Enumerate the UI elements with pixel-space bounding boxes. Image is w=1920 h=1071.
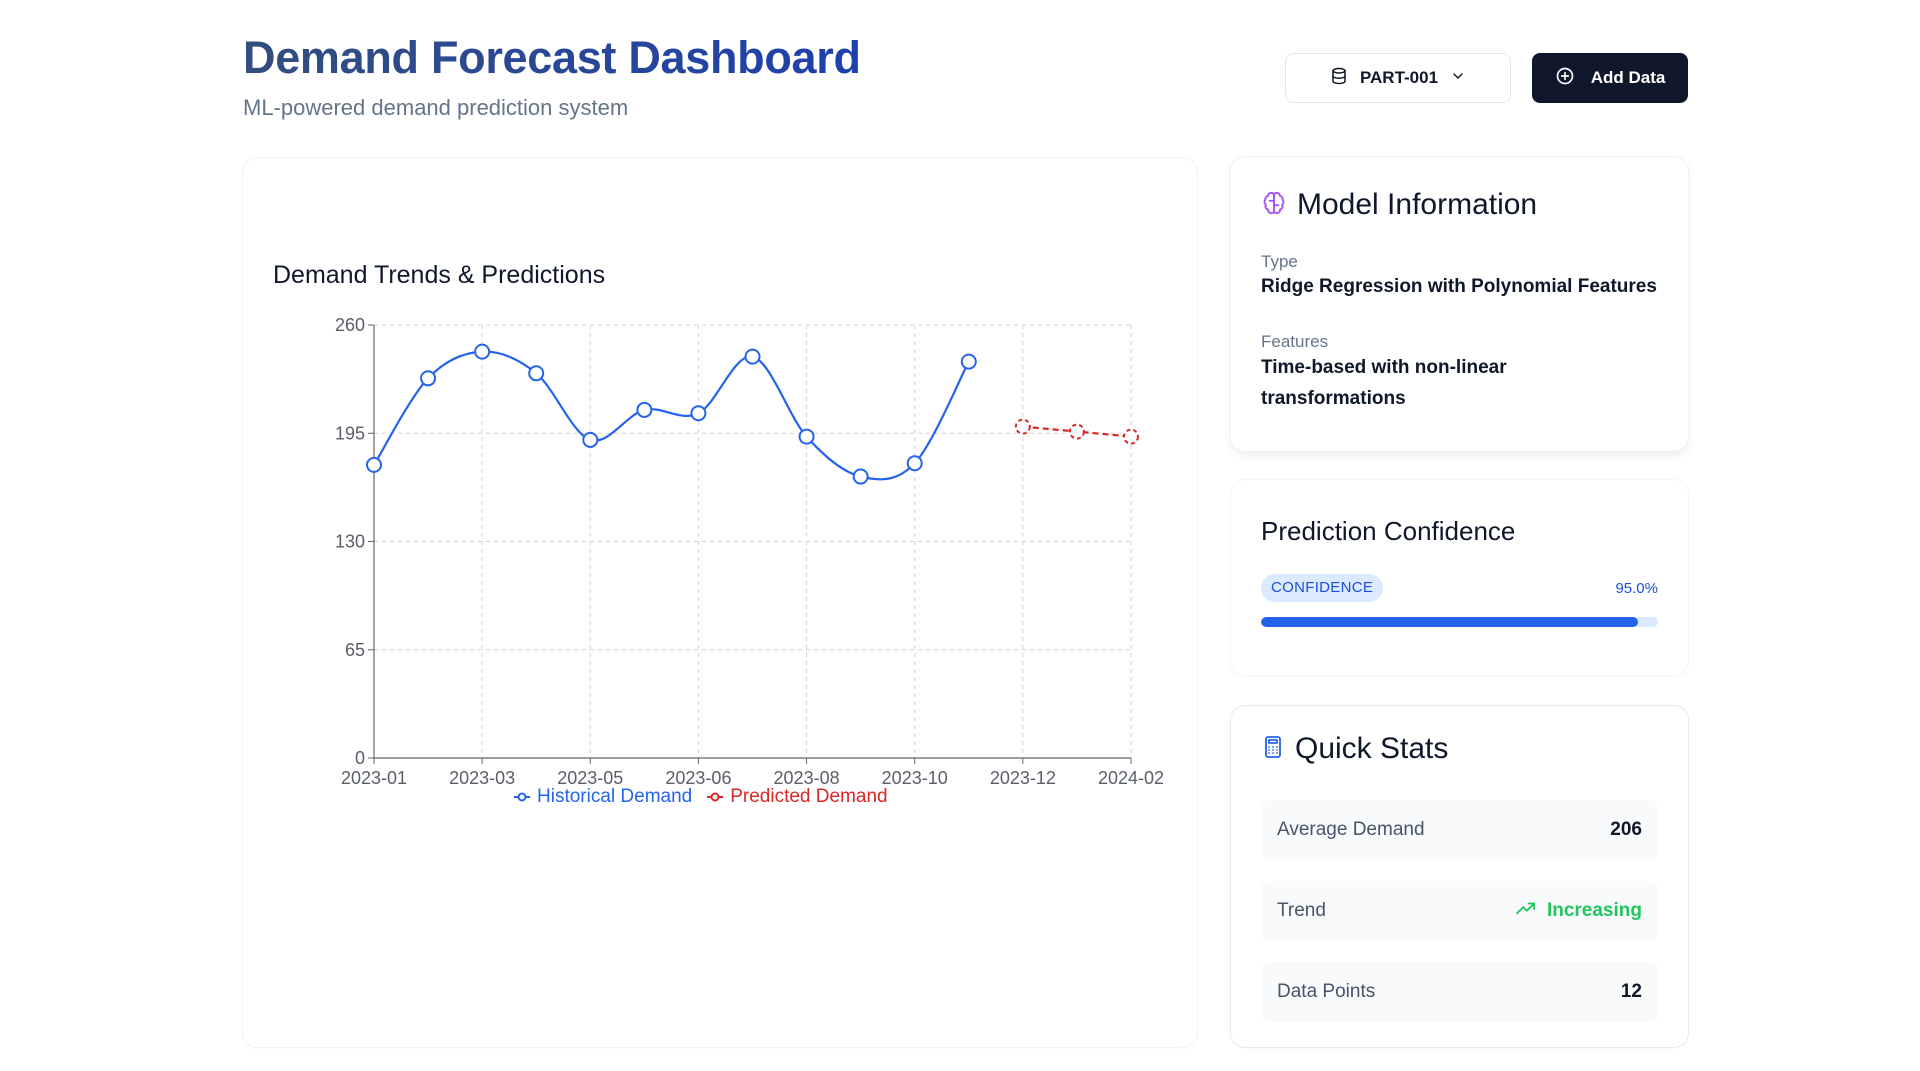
legend-label-historical: Historical Demand <box>537 786 693 807</box>
x-tick-label: 2023-12 <box>990 768 1056 788</box>
historical-demand-point <box>906 455 923 472</box>
model-information-header: Model Information <box>1261 188 1537 222</box>
confidence-value: 95.0% <box>1615 580 1658 597</box>
chart-legend: Historical Demand Predicted Demand <box>513 786 888 808</box>
prediction-confidence-title: Prediction Confidence <box>1261 516 1516 546</box>
predicted-demand-point <box>1014 418 1031 435</box>
historical-demand-point <box>366 456 382 473</box>
page-subtitle: ML-powered demand prediction system <box>243 95 629 120</box>
stat-label-average-demand: Average Demand <box>1277 819 1425 840</box>
x-tick-label: 2023-01 <box>341 768 407 788</box>
brain-icon <box>1261 190 1287 221</box>
predicted-demand-point <box>1123 428 1139 445</box>
legend-item-historical[interactable]: Historical Demand <box>513 786 692 808</box>
stat-label-data-points: Data Points <box>1277 981 1376 1002</box>
historical-demand-point <box>744 348 761 365</box>
historical-demand-point <box>582 431 599 448</box>
model-type-label: Type <box>1261 252 1298 271</box>
y-tick-label: 130 <box>335 532 365 552</box>
historical-demand-line <box>373 350 970 481</box>
add-data-button[interactable]: Add Data <box>1532 53 1688 103</box>
part-select-dropdown[interactable]: PART-001 <box>1285 53 1511 103</box>
part-select-value: PART-001 <box>1359 68 1439 87</box>
chart-card: Demand Trends & Predictions 0 65 130 195 260… <box>243 158 1197 1047</box>
stat-value-average-demand: 206 <box>1610 819 1642 840</box>
stat-value-trend-wrap: Increasing <box>1515 899 1642 923</box>
legend-marker-historical <box>514 792 530 802</box>
trending-up-icon <box>1515 899 1537 923</box>
predicted-demand-point <box>1068 423 1085 440</box>
stat-value-data-points: 12 <box>1620 981 1642 1002</box>
x-tick-label: 2023-03 <box>449 768 515 788</box>
confidence-progress-fill <box>1261 617 1639 627</box>
model-information-card: Model Information Type Ridge Regression … <box>1231 157 1688 451</box>
legend-marker-predicted <box>707 792 724 802</box>
x-tick-label: 2023-05 <box>557 768 623 788</box>
model-features-label: Features <box>1261 332 1329 351</box>
historical-demand-point <box>960 353 977 370</box>
x-tick-label: 2023-10 <box>882 768 948 788</box>
quick-stats-card: Quick Stats Average Demand 206 Trend Inc… <box>1231 706 1688 1047</box>
calculator-icon <box>1261 734 1285 765</box>
stat-row-average-demand: Average Demand 206 <box>1261 800 1658 860</box>
historical-demand-point <box>474 343 491 360</box>
legend-label-predicted: Predicted Demand <box>730 786 888 807</box>
x-tick-label: 2023-08 <box>774 768 840 788</box>
database-icon <box>1330 67 1348 90</box>
stat-label-trend: Trend <box>1277 900 1326 921</box>
y-tick-label: 65 <box>345 640 365 660</box>
add-data-label: Add Data <box>1590 68 1666 87</box>
prediction-confidence-card: Prediction Confidence CONFIDENCE 95.0% <box>1231 480 1688 675</box>
confidence-badge: CONFIDENCE <box>1261 574 1384 602</box>
legend-item-predicted[interactable]: Predicted Demand <box>706 786 888 808</box>
stat-row-trend: Trend Increasing <box>1261 881 1658 941</box>
historical-demand-point <box>636 401 653 418</box>
chevron-down-icon <box>1450 68 1466 89</box>
x-tick-label: 2023-06 <box>665 768 731 788</box>
y-tick-label: 0 <box>355 748 365 768</box>
dashboard-page: Demand Forecast Dashboard ML-powered dem… <box>243 0 1688 1071</box>
y-tick-label: 195 <box>335 423 365 443</box>
plus-circle-icon <box>1555 66 1575 91</box>
page-title: Demand Forecast Dashboard <box>243 30 861 86</box>
historical-demand-point <box>690 405 707 422</box>
stat-value-trend: Increasing <box>1546 900 1642 921</box>
model-type-value: Ridge Regression with Polynomial Feature… <box>1261 276 1657 297</box>
model-features-value: Time-based with non-linear transformatio… <box>1261 357 1507 409</box>
model-information-title: Model Information <box>1297 188 1538 221</box>
quick-stats-header: Quick Stats <box>1261 732 1448 766</box>
y-tick-label: 260 <box>335 315 365 335</box>
quick-stats-title: Quick Stats <box>1295 732 1449 765</box>
historical-demand-point <box>852 468 869 485</box>
demand-chart: 0 65 130 195 260 2023-01 2023-03 2023-05 2023-06… <box>335 315 1164 788</box>
historical-demand-point <box>798 428 815 445</box>
historical-demand-point <box>528 365 545 382</box>
stat-row-data-points: Data Points 12 <box>1261 962 1658 1022</box>
historical-demand-point <box>420 370 437 387</box>
confidence-progress-track <box>1261 617 1658 627</box>
x-tick-label: 2024-02 <box>1098 768 1164 788</box>
